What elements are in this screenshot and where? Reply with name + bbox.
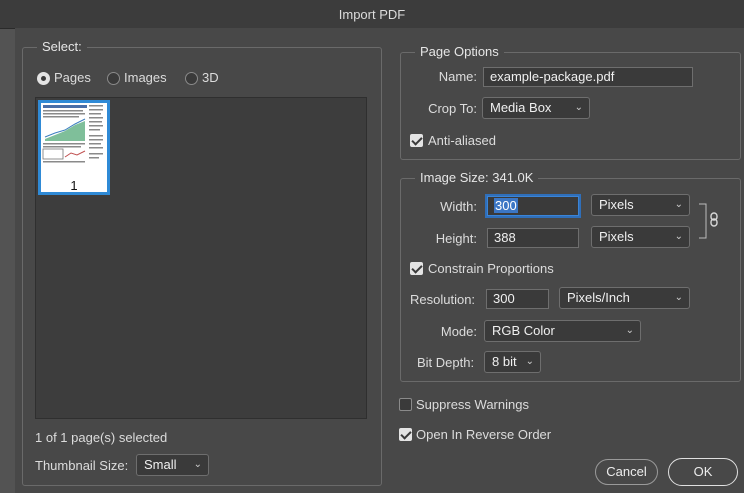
thumbnail-page-number: 1 (70, 178, 78, 193)
chevron-down-icon: ⌄ (525, 356, 534, 367)
constrain-proportions-checkbox[interactable] (410, 262, 423, 275)
width-label: Width: (440, 199, 477, 214)
suppress-warnings-checkbox[interactable] (399, 398, 412, 411)
reverse-order-checkbox[interactable] (399, 428, 412, 441)
chevron-down-icon: ⌄ (625, 325, 634, 336)
thumbnail-size-label: Thumbnail Size: (35, 458, 129, 473)
page-selection-status: 1 of 1 page(s) selected (35, 430, 168, 445)
page-thumbnail[interactable]: 1 (38, 100, 110, 195)
height-unit-select[interactable]: Pixels ⌄ (591, 226, 690, 248)
crop-to-select[interactable]: Media Box ⌄ (482, 97, 590, 119)
crop-to-label: Crop To: (428, 101, 477, 116)
anti-aliased-label[interactable]: Anti-aliased (428, 133, 496, 148)
chevron-down-icon: ⌄ (674, 231, 683, 242)
name-input[interactable]: example-package.pdf (483, 67, 693, 87)
reverse-order-label[interactable]: Open In Reverse Order (416, 427, 551, 442)
ok-button[interactable]: OK (668, 458, 738, 486)
resolution-input[interactable]: 300 (486, 289, 549, 309)
constrain-proportions-label[interactable]: Constrain Proportions (428, 261, 554, 276)
resolution-label: Resolution: (410, 292, 476, 307)
page-options-legend: Page Options (415, 44, 504, 60)
import-pdf-dialog: Select: Pages Images 3D 1 1 of 1 page(s)… (15, 28, 744, 493)
3d-radio[interactable] (185, 72, 198, 85)
chevron-down-icon: ⌄ (193, 459, 202, 470)
bit-depth-label: Bit Depth: (417, 355, 475, 370)
page-preview-image (42, 105, 103, 163)
cancel-button[interactable]: Cancel (595, 459, 658, 485)
name-label: Name: (438, 69, 477, 84)
image-size-legend: Image Size: 341.0K (415, 170, 539, 186)
width-input[interactable]: 300 (487, 196, 579, 216)
height-input[interactable]: 388 (487, 228, 579, 248)
anti-aliased-checkbox[interactable] (410, 134, 423, 147)
mode-select[interactable]: RGB Color ⌄ (484, 320, 641, 342)
title-bar: Import PDF (0, 0, 744, 29)
height-label: Height: (435, 231, 477, 246)
images-radio-label[interactable]: Images (124, 70, 167, 85)
suppress-warnings-label[interactable]: Suppress Warnings (416, 397, 529, 412)
mode-label: Mode: (440, 324, 477, 339)
pages-radio-label[interactable]: Pages (54, 70, 91, 85)
pages-radio[interactable] (37, 72, 50, 85)
chain-link-icon[interactable] (698, 201, 724, 241)
chevron-down-icon: ⌄ (574, 102, 583, 113)
chevron-down-icon: ⌄ (674, 199, 683, 210)
select-legend: Select: (37, 39, 87, 55)
thumbnail-size-select[interactable]: Small ⌄ (136, 454, 209, 476)
thumbnail-area[interactable]: 1 (35, 97, 367, 419)
chevron-down-icon: ⌄ (674, 292, 683, 303)
width-unit-select[interactable]: Pixels ⌄ (591, 194, 690, 216)
resolution-unit-select[interactable]: Pixels/Inch ⌄ (559, 287, 690, 309)
window-title: Import PDF (338, 6, 406, 22)
bit-depth-select[interactable]: 8 bit ⌄ (484, 351, 541, 373)
images-radio[interactable] (107, 72, 120, 85)
3d-radio-label[interactable]: 3D (202, 70, 219, 85)
